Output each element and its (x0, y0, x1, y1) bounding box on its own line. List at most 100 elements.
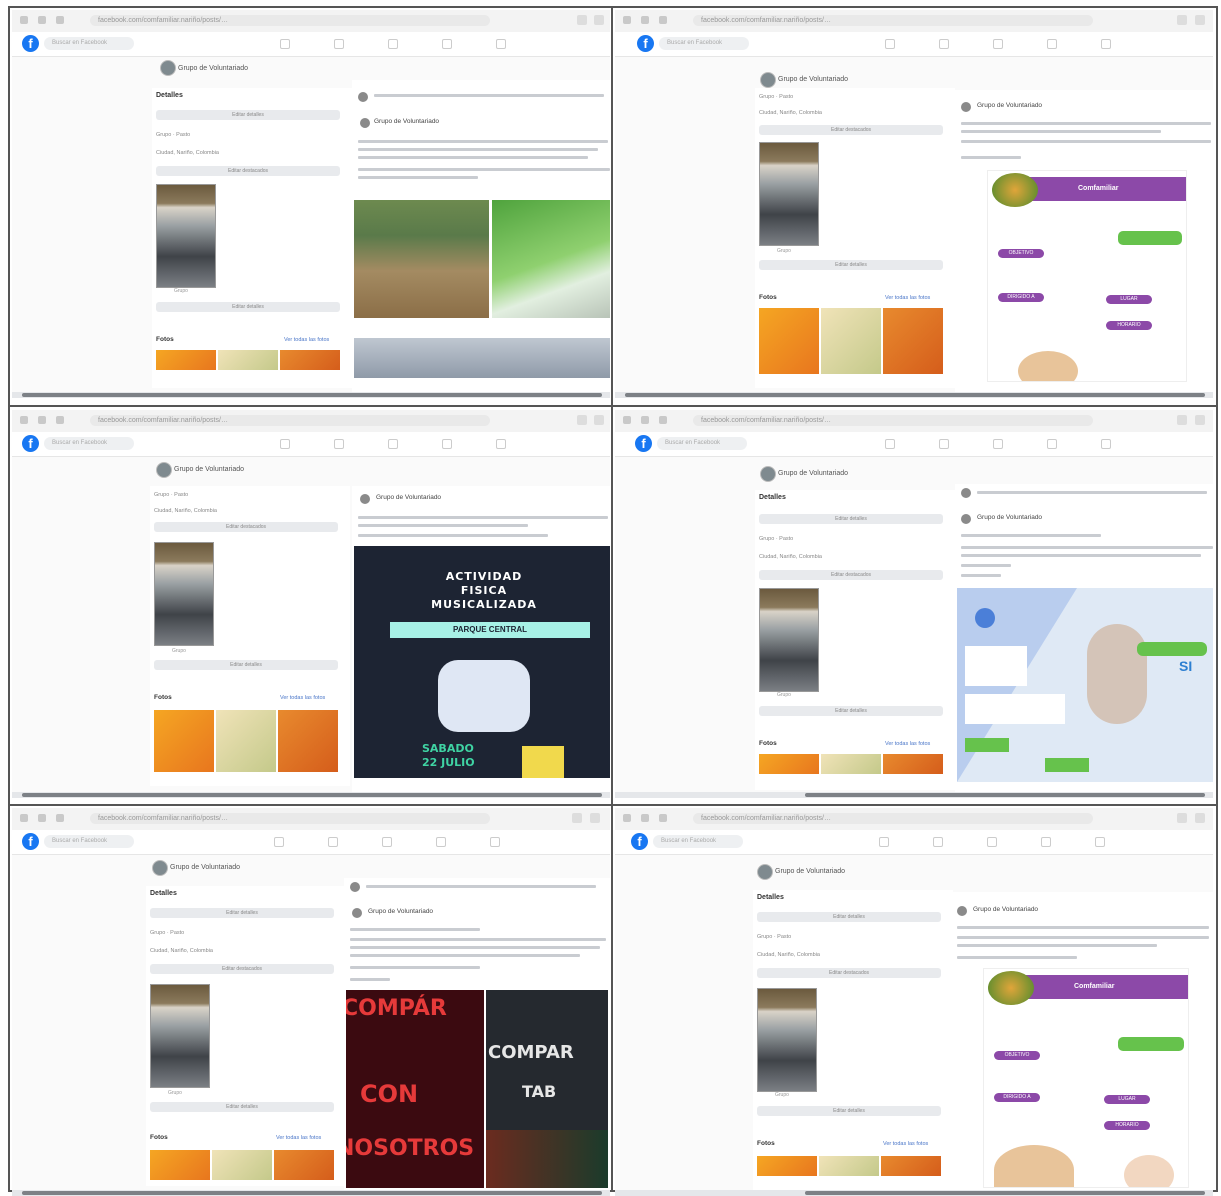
post-photo[interactable] (354, 200, 489, 318)
facebook-logo-icon[interactable]: f (637, 35, 654, 52)
marketplace-icon[interactable] (388, 439, 398, 449)
edit-featured-button[interactable]: Editar destacados (150, 964, 334, 974)
groups-icon[interactable] (1047, 39, 1057, 49)
avatar[interactable] (760, 466, 776, 482)
scrollbar-thumb[interactable] (22, 1191, 602, 1195)
marketplace-icon[interactable] (993, 39, 1003, 49)
home-icon[interactable] (280, 39, 290, 49)
edit-featured-button[interactable]: Editar destacados (759, 570, 943, 580)
horizontal-scrollbar[interactable] (615, 792, 1213, 798)
avatar[interactable] (152, 860, 168, 876)
facebook-logo-icon[interactable]: f (635, 435, 652, 452)
post-author[interactable]: Grupo de Voluntariado (374, 118, 439, 125)
photo-thumbnail[interactable] (883, 754, 943, 774)
marketplace-icon[interactable] (388, 39, 398, 49)
composer-box[interactable] (374, 94, 604, 97)
video-icon[interactable] (334, 439, 344, 449)
home-icon[interactable] (885, 439, 895, 449)
avatar[interactable] (757, 864, 773, 880)
groups-icon[interactable] (442, 39, 452, 49)
url-input[interactable]: facebook.com/comfamiliar.nariño/posts/… (90, 813, 490, 824)
back-icon[interactable] (20, 16, 28, 24)
menu-icon[interactable] (1195, 15, 1205, 25)
horizontal-scrollbar[interactable] (12, 1190, 610, 1196)
video-icon[interactable] (939, 439, 949, 449)
see-all-photos-link[interactable]: Ver todas las fotos (276, 1135, 321, 1141)
forward-icon[interactable] (38, 416, 46, 424)
group-photo[interactable] (757, 988, 817, 1092)
post-author[interactable]: Grupo de Voluntariado (977, 514, 1042, 521)
edit-details-button[interactable]: Editar detalles (156, 110, 340, 120)
reload-icon[interactable] (659, 16, 667, 24)
photo-thumbnail[interactable] (154, 710, 214, 772)
post-photo[interactable]: COMPÁR CON NOSOTROS (346, 990, 484, 1188)
gaming-icon[interactable] (1101, 439, 1111, 449)
forward-icon[interactable] (38, 16, 46, 24)
see-all-photos-link[interactable]: Ver todas las fotos (885, 741, 930, 747)
reload-icon[interactable] (56, 16, 64, 24)
post-author[interactable]: Grupo de Voluntariado (977, 102, 1042, 109)
extension-icon[interactable] (577, 15, 587, 25)
menu-icon[interactable] (1195, 813, 1205, 823)
home-icon[interactable] (879, 837, 889, 847)
group-photo[interactable] (759, 588, 819, 692)
post-author[interactable]: Grupo de Voluntariado (973, 906, 1038, 913)
photo-thumbnail[interactable] (156, 350, 216, 370)
reload-icon[interactable] (56, 416, 64, 424)
back-icon[interactable] (623, 814, 631, 822)
see-more-button[interactable]: Editar detalles (154, 660, 338, 670)
profile-name[interactable]: Grupo de Voluntariado (778, 470, 848, 477)
post-poster[interactable]: Comfamiliar OBJETIVO DIRIGIDO A LUGAR HO… (987, 170, 1187, 382)
group-photo[interactable] (156, 184, 216, 288)
scrollbar-thumb[interactable] (805, 1191, 1205, 1195)
photo-thumbnail[interactable] (757, 1156, 817, 1176)
back-icon[interactable] (20, 814, 28, 822)
post-poster[interactable]: ACTIVIDAD FISICA MUSICALIZADA PARQUE CEN… (354, 546, 610, 778)
back-icon[interactable] (623, 16, 631, 24)
group-photo[interactable] (154, 542, 214, 646)
extension-icon[interactable] (1177, 813, 1187, 823)
reload-icon[interactable] (56, 814, 64, 822)
photo-thumbnail[interactable] (759, 754, 819, 774)
edit-details-button[interactable]: Editar detalles (150, 908, 334, 918)
groups-icon[interactable] (1041, 837, 1051, 847)
edit-details-button[interactable]: Editar detalles (759, 514, 943, 524)
post-photo[interactable] (492, 200, 610, 318)
video-icon[interactable] (334, 39, 344, 49)
scrollbar-thumb[interactable] (22, 393, 602, 397)
edit-featured-button[interactable]: Editar destacados (154, 522, 338, 532)
group-photo[interactable] (759, 142, 819, 246)
edit-featured-button[interactable]: Editar destacados (156, 166, 340, 176)
avatar[interactable] (160, 60, 176, 76)
photo-thumbnail[interactable] (212, 1150, 272, 1180)
home-icon[interactable] (274, 837, 284, 847)
url-input[interactable]: facebook.com/comfamiliar.nariño/posts/… (693, 415, 1093, 426)
extension-icon[interactable] (1177, 15, 1187, 25)
forward-icon[interactable] (641, 416, 649, 424)
photo-thumbnail[interactable] (819, 1156, 879, 1176)
search-input[interactable]: Buscar en Facebook (659, 37, 749, 50)
url-input[interactable]: facebook.com/comfamiliar.nariño/posts/… (693, 15, 1093, 26)
video-icon[interactable] (933, 837, 943, 847)
see-more-button[interactable]: Editar detalles (156, 302, 340, 312)
photo-thumbnail[interactable] (881, 1156, 941, 1176)
video-icon[interactable] (328, 837, 338, 847)
see-all-photos-link[interactable]: Ver todas las fotos (883, 1141, 928, 1147)
reload-icon[interactable] (659, 814, 667, 822)
groups-icon[interactable] (442, 439, 452, 449)
search-input[interactable]: Buscar en Facebook (44, 37, 134, 50)
extension-icon[interactable] (577, 415, 587, 425)
photo-thumbnail[interactable] (759, 308, 819, 374)
composer-box[interactable] (366, 885, 596, 888)
edit-details-button[interactable]: Editar detalles (757, 912, 941, 922)
post-photo[interactable] (354, 338, 610, 378)
facebook-logo-icon[interactable]: f (22, 35, 39, 52)
avatar[interactable] (760, 72, 776, 88)
facebook-logo-icon[interactable]: f (22, 435, 39, 452)
profile-name[interactable]: Grupo de Voluntariado (170, 864, 240, 871)
photo-thumbnail[interactable] (883, 308, 943, 374)
back-icon[interactable] (623, 416, 631, 424)
search-input[interactable]: Buscar en Facebook (44, 835, 134, 848)
forward-icon[interactable] (38, 814, 46, 822)
horizontal-scrollbar[interactable] (615, 1190, 1213, 1196)
